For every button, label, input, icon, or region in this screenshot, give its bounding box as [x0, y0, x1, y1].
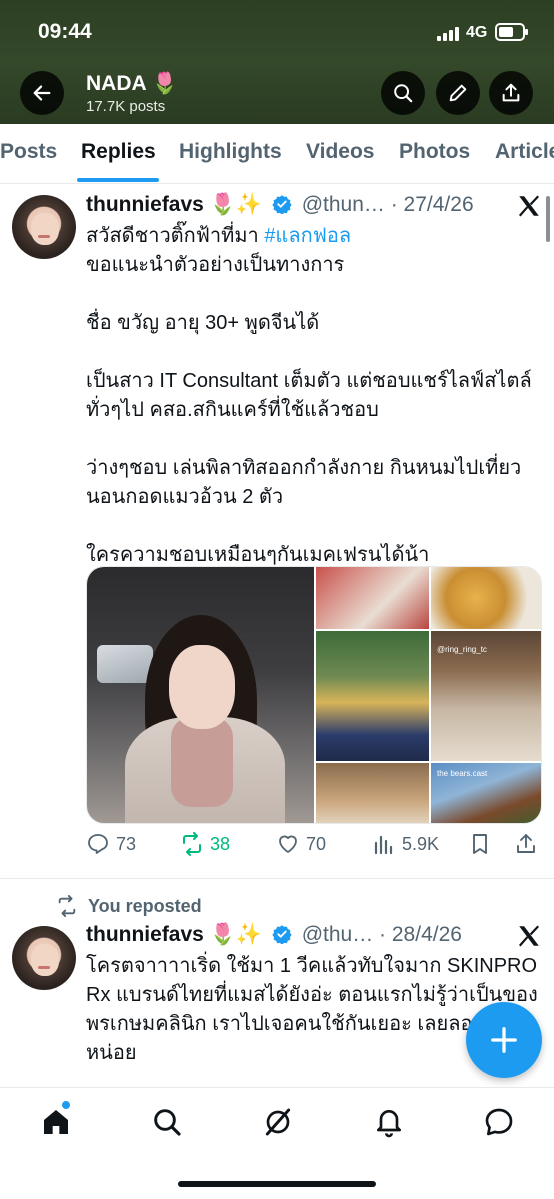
- author-handle[interactable]: @thu…: [302, 923, 374, 946]
- repost-indicator: You reposted: [56, 895, 202, 917]
- active-tab-indicator: [77, 178, 159, 182]
- share-icon: [517, 834, 535, 853]
- tab-highlights[interactable]: Highlights: [179, 140, 282, 164]
- bell-icon[interactable]: [373, 1106, 405, 1138]
- search-icon: [394, 84, 413, 103]
- reply-button[interactable]: 73: [86, 832, 136, 856]
- verified-badge-icon: [272, 925, 292, 944]
- collage-tile-icecream: [316, 631, 429, 761]
- search-icon[interactable]: [151, 1106, 183, 1138]
- tweet-date: · 28/4/26: [379, 923, 462, 946]
- avatar[interactable]: [12, 195, 76, 259]
- collage-caption: the bears.cast: [437, 769, 488, 778]
- reply-count: 73: [116, 833, 137, 854]
- bookmark-icon: [473, 834, 487, 854]
- grok-icon[interactable]: [262, 1106, 294, 1138]
- collage-caption: @ring_ring_tc: [437, 645, 487, 654]
- pen-icon: [449, 84, 467, 102]
- reply-icon: [88, 834, 108, 854]
- collage-tile-strawberry: [316, 567, 429, 629]
- tweet-line: Rx แบรนด์ไทยที่แมสได้ยังอ่ะ ตอนแรกไม่รู้…: [86, 984, 538, 1006]
- collage-photo[interactable]: @ring_ring_tc the bears.cast: [316, 567, 541, 823]
- repost-label: You reposted: [88, 895, 202, 916]
- views-icon: [374, 835, 393, 855]
- battery-icon: [495, 23, 528, 41]
- plus-icon: [491, 1027, 517, 1053]
- tweet-line: ขอแนะนำตัวอย่างเป็นทางการ: [86, 254, 345, 276]
- tweet-line-text: สวัสดีชาวติ๊กฟ้าที่มา: [86, 225, 265, 247]
- tweet-line: ชื่อ ขวัญ อายุ 30+ พูดจีนได้: [86, 312, 320, 334]
- tweet-actions: 73 38 70 5.9K: [86, 832, 546, 864]
- tab-photos[interactable]: Photos: [399, 140, 470, 164]
- x-logo-icon: [518, 925, 540, 947]
- author-emoji: 🌷✨: [209, 923, 262, 946]
- repost-icon: [58, 895, 76, 917]
- tweet-line: โครตจาาาาเริ่ด ใช้มา 1 วีคแล้วทับใจมาก S…: [86, 955, 538, 977]
- tweet-line: สวัสดีชาวติ๊กฟ้าที่มา #แลกฟอล: [86, 222, 546, 251]
- messages-icon[interactable]: [483, 1106, 515, 1138]
- tulip-emoji: 🌷: [151, 72, 178, 95]
- hashtag-link[interactable]: #แลกฟอล: [264, 225, 351, 247]
- author-name[interactable]: thunniefavs: [86, 923, 204, 946]
- share-tweet-button[interactable]: [514, 832, 538, 856]
- tab-videos[interactable]: Videos: [306, 140, 374, 164]
- author-handle[interactable]: @thun…: [302, 193, 385, 216]
- profile-header: 09:44 4G NADA 🌷 17.7K posts: [0, 0, 554, 124]
- compose-button[interactable]: [466, 1002, 542, 1078]
- tab-replies[interactable]: Replies: [81, 140, 156, 164]
- view-count: 5.9K: [402, 833, 440, 854]
- arrow-left-icon: [33, 85, 51, 101]
- tweet-date: · 27/4/26: [390, 193, 474, 216]
- bookmark-button[interactable]: [468, 832, 492, 856]
- tweet-line: นอนกอดแมวอ้วน 2 ตัว: [86, 486, 284, 508]
- tab-articles[interactable]: Articles: [495, 140, 554, 164]
- heart-icon: [279, 835, 297, 853]
- scrollbar[interactable]: [546, 196, 550, 242]
- share-button[interactable]: [489, 71, 533, 115]
- back-button[interactable]: [20, 71, 64, 115]
- tweet-author-line: thunniefavs 🌷✨ @thu… · 28/4/26: [86, 923, 462, 947]
- repost-icon: [183, 832, 201, 856]
- like-button[interactable]: 70: [276, 832, 326, 856]
- repost-button[interactable]: 38: [180, 832, 230, 856]
- tweet-line: ทั่วๆไป คสอ.สกินแคร์ที่ใช้แล้วชอบ: [86, 399, 379, 421]
- network-label: 4G: [466, 24, 488, 41]
- repost-count: 38: [210, 833, 231, 854]
- home-indicator: [178, 1181, 376, 1187]
- profile-name-text: NADA: [86, 72, 146, 95]
- collage-tile-outdoor: the bears.cast: [431, 763, 541, 823]
- posts-count: 17.7K posts: [86, 98, 166, 115]
- tweet-text: สวัสดีชาวติ๊กฟ้าที่มา #แลกฟอล ขอแนะนำตัว…: [86, 222, 546, 570]
- signal-icon: [437, 27, 459, 41]
- tweet-author-line: thunniefavs 🌷✨ @thun… · 27/4/26: [86, 193, 474, 217]
- like-count: 70: [306, 833, 327, 854]
- selfie-photo[interactable]: [87, 567, 314, 823]
- author-emoji: 🌷✨: [209, 193, 262, 216]
- tweet-media[interactable]: @ring_ring_tc the bears.cast: [86, 566, 542, 824]
- collage-tile-meal: @ring_ring_tc: [431, 631, 541, 761]
- tweet-line: เป็นสาว IT Consultant เต็มตัว แต่ชอบแชร์…: [86, 370, 532, 392]
- collage-tile-cake: [316, 763, 429, 823]
- search-button[interactable]: [381, 71, 425, 115]
- author-name[interactable]: thunniefavs: [86, 193, 204, 216]
- tweet-divider: [0, 878, 554, 879]
- status-time: 09:44: [38, 20, 92, 43]
- notification-dot: [62, 1101, 70, 1109]
- x-logo-icon: [518, 195, 540, 217]
- verified-badge-icon: [272, 195, 292, 214]
- collage-tile-fried-food: [431, 567, 541, 629]
- profile-tabs: Posts Replies Highlights Videos Photos A…: [0, 124, 554, 184]
- tweet-line: ว่างๆชอบ เล่นพิลาทิสออกกำลังกาย กินหนมไป…: [86, 457, 522, 479]
- home-icon[interactable]: [40, 1106, 72, 1138]
- share-icon: [502, 83, 520, 102]
- tab-posts[interactable]: Posts: [0, 140, 57, 164]
- views-button[interactable]: 5.9K: [372, 832, 439, 856]
- profile-name: NADA 🌷: [86, 72, 178, 96]
- edit-button[interactable]: [436, 71, 480, 115]
- avatar[interactable]: [12, 926, 76, 990]
